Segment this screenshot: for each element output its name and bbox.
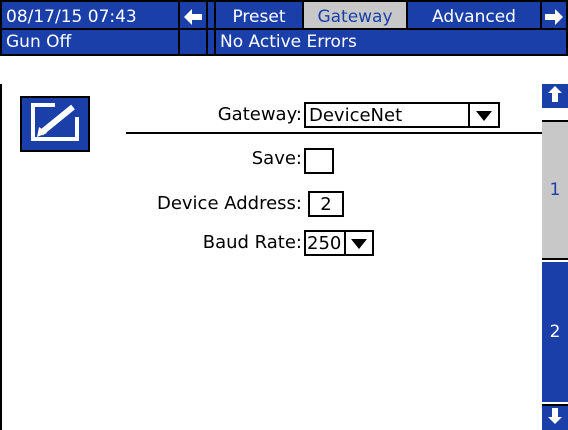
header-gap-2 [208, 30, 216, 54]
chevron-down-icon [476, 105, 492, 126]
edit-pencil-icon [25, 99, 85, 149]
section-divider [126, 132, 544, 134]
tab-gateway-label: Gateway [317, 7, 393, 27]
device-address-label: Device Address: [156, 193, 302, 214]
save-label: Save: [251, 148, 302, 169]
status-bar: Gun Off No Active Errors [0, 28, 568, 56]
gateway-dropdown-button[interactable] [468, 102, 500, 128]
arrow-down-icon [548, 408, 562, 428]
error-status-text: No Active Errors [220, 32, 357, 52]
arrow-up-icon [548, 86, 562, 106]
error-status: No Active Errors [216, 30, 566, 54]
tab-advanced-label: Advanced [432, 7, 516, 27]
gun-status-text: Gun Off [6, 32, 72, 52]
header-bar: 08/17/15 07:43 Preset Gateway Advanced [0, 0, 568, 32]
baud-rate-label: Baud Rate: [202, 232, 302, 253]
status-indicator [180, 30, 208, 54]
page-tab-1[interactable]: 1 [542, 120, 568, 260]
page-tab-1-label: 1 [549, 180, 561, 200]
header-divider [0, 56, 568, 84]
device-address-input[interactable]: 2 [308, 191, 344, 217]
datetime-text: 08/17/15 07:43 [6, 7, 137, 27]
device-address-value: 2 [320, 193, 332, 215]
gateway-settings-panel: Gateway: DeviceNet Save: Device Address:… [0, 84, 544, 430]
tab-preset-label: Preset [232, 7, 286, 27]
baud-rate-dropdown-button[interactable] [344, 230, 374, 256]
page-down-button[interactable] [542, 404, 568, 430]
page-rail: 1 2 [542, 84, 568, 430]
page-tab-2-label: 2 [549, 322, 561, 342]
arrow-right-icon [545, 9, 563, 25]
gateway-label: Gateway: [217, 104, 302, 125]
save-checkbox[interactable] [304, 148, 334, 174]
page-up-button[interactable] [542, 84, 568, 108]
baud-rate-value: 250 [307, 232, 342, 254]
gateway-value: DeviceNet [309, 104, 403, 126]
arrow-left-icon [184, 9, 202, 25]
page-tab-2[interactable]: 2 [542, 262, 568, 402]
edit-button[interactable] [20, 96, 90, 152]
baud-rate-select[interactable]: 250 [304, 230, 374, 256]
chevron-down-icon [351, 233, 367, 254]
gateway-select[interactable]: DeviceNet [304, 102, 500, 128]
gun-status: Gun Off [2, 30, 180, 54]
